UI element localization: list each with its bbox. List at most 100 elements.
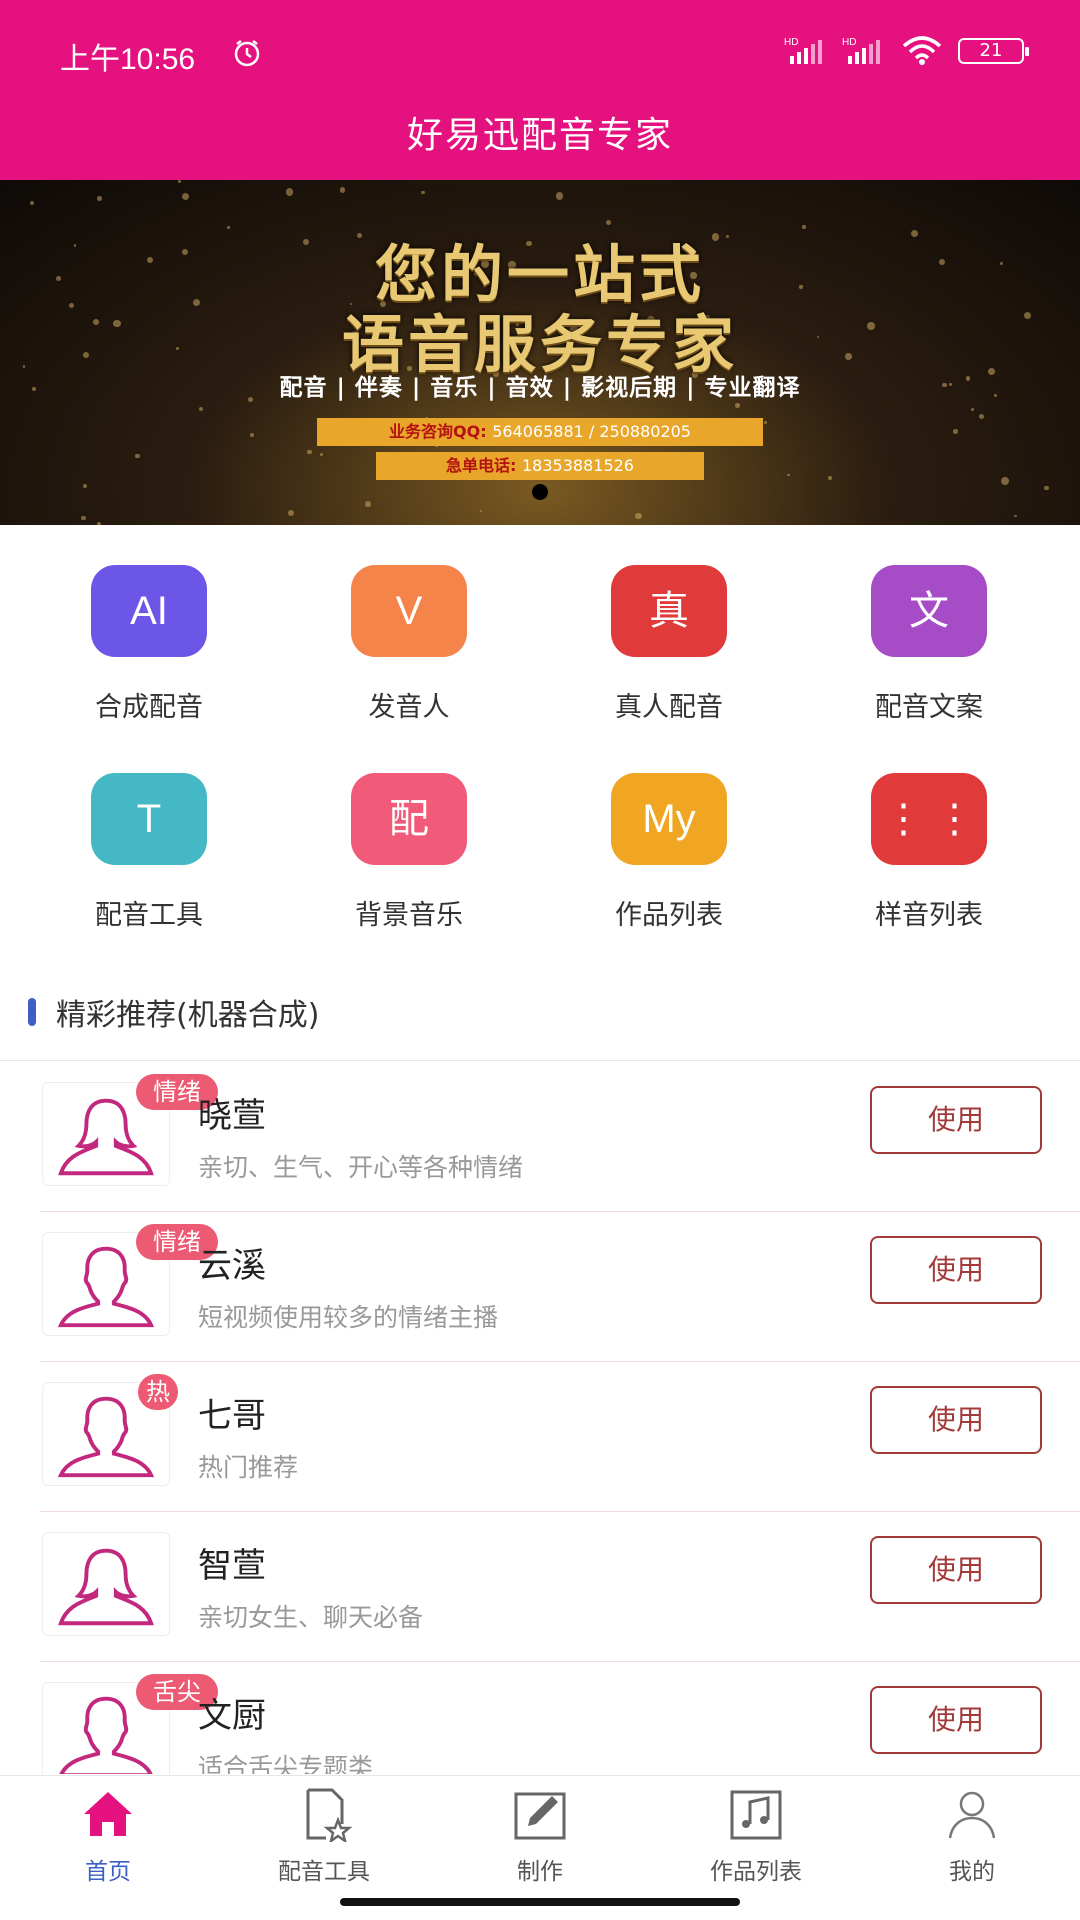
sparkle-decoration [978, 413, 984, 419]
list-item[interactable]: 情绪 云溪 短视频使用较多的情绪主播 使用 [0, 1212, 1080, 1362]
home-icon [84, 1792, 132, 1836]
signal-icon: HD [784, 37, 822, 64]
section-accent-bar [28, 998, 36, 1026]
grid-item[interactable]: ⋮ ⋮ 样音列表 [778, 773, 1048, 943]
sparkle-decoration [182, 192, 190, 200]
nav-item[interactable]: 配音工具 [216, 1776, 432, 1886]
home-indicator[interactable] [340, 1898, 740, 1906]
status-icons: HD HD [784, 34, 944, 66]
tool-icon: T [91, 773, 207, 865]
sparkle-decoration [786, 473, 790, 477]
sparkle-decoration [970, 408, 974, 412]
voice-icon: V [351, 565, 467, 657]
sparkle-decoration [285, 188, 293, 196]
sparkle-decoration [29, 200, 34, 205]
use-button[interactable]: 使用 [870, 1386, 1042, 1454]
nav-item-label: 我的 [949, 1859, 995, 1885]
voice-name: 云溪 [198, 1246, 266, 1286]
sparkle-decoration [735, 403, 740, 408]
sparkle-decoration [1014, 514, 1017, 517]
use-button[interactable]: 使用 [870, 1536, 1042, 1604]
voice-name: 智萱 [198, 1546, 266, 1586]
nav-item[interactable]: 作品列表 [648, 1776, 864, 1886]
voice-description: 适合舌尖专题类 [198, 1753, 374, 1774]
voice-badge: 热 [138, 1374, 178, 1410]
nav-item[interactable]: 我的 [864, 1776, 1080, 1886]
sparkle-decoration [763, 420, 767, 424]
section-title: 精彩推荐(机器合成) [56, 998, 320, 1033]
sparkle-decoration [1044, 485, 1050, 491]
sparkle-decoration [81, 515, 87, 521]
real-icon: 真 [611, 565, 727, 657]
list-item[interactable]: 热七哥热门推荐 使用 [0, 1362, 1080, 1512]
sparkle-decoration [479, 509, 483, 513]
divider [0, 1060, 1080, 1061]
voice-name: 晓萱 [198, 1096, 266, 1136]
sparkle-decoration [307, 449, 312, 454]
use-button[interactable]: 使用 [870, 1236, 1042, 1304]
carousel-indicator[interactable] [532, 484, 548, 500]
sparkle-decoration [96, 521, 102, 525]
music-icon: 配 [351, 773, 467, 865]
sparkle-decoration [97, 196, 103, 202]
document-star-icon [306, 1788, 352, 1842]
nav-item-label: 配音工具 [278, 1859, 370, 1885]
voice-description: 亲切、生气、开心等各种情绪 [198, 1153, 524, 1182]
music-note-icon [730, 1790, 782, 1840]
grid-item[interactable]: 配背景音乐 [258, 773, 528, 943]
nav-item-label: 作品列表 [710, 1859, 802, 1885]
voice-description: 热门推荐 [198, 1453, 299, 1482]
section-header: 精彩推荐(机器合成) [0, 990, 1080, 1060]
use-button[interactable]: 使用 [870, 1086, 1042, 1154]
nav-item[interactable]: 首页 [0, 1776, 216, 1886]
nav-item[interactable]: 制作 [432, 1776, 648, 1886]
sparkle-decoration [319, 452, 324, 457]
battery-level: 21 [979, 40, 1003, 61]
grid-item-label: 配音工具 [95, 900, 203, 931]
grid-item[interactable]: T 配音工具 [0, 773, 268, 943]
grid-item-label: 发音人 [368, 692, 450, 723]
grid-item-label: 真人配音 [615, 692, 723, 723]
sparkle-decoration [250, 432, 255, 437]
voice-description: 亲切女生、聊天必备 [198, 1603, 424, 1632]
ai-icon: AI [91, 565, 207, 657]
grid-item[interactable]: 真真人配音 [518, 565, 788, 735]
list-item[interactable]: 智萱亲切女生、聊天必备 使用 [0, 1512, 1080, 1662]
signal-hd-label: HD [784, 37, 798, 48]
sparkle-decoration [135, 453, 140, 459]
voice-list: 情绪 晓萱 亲切、生气、开心等各种情绪 使用 情绪 云溪 短视频使用较多的情绪主播 使用热七哥… [0, 1062, 1080, 1774]
list-item[interactable]: 舌尖 文厨 适合舌尖专题类 使用 [0, 1662, 1080, 1774]
grid-item-label: 合成配音 [95, 692, 203, 723]
sparkle-decoration [827, 476, 832, 480]
banner-qq-value: 564065881 / 250880205 [492, 422, 691, 441]
voice-name: 文厨 [198, 1696, 266, 1736]
banner-qq-pill: 业务咨询QQ: 564065881 / 250880205 [317, 418, 763, 446]
edit-icon [514, 1792, 566, 1840]
app-header: 上午10:56 HD HD 21 好易迅配音专家 [0, 0, 1080, 180]
signal-hd-label-2: HD [842, 37, 856, 48]
wifi-icon [902, 36, 942, 65]
sparkle-decoration [635, 512, 642, 520]
promo-banner[interactable]: 您的一站式 语音服务专家 配音 | 伴奏 | 音乐 | 音效 | 影视后期 | … [0, 180, 1080, 525]
works-icon: My [611, 773, 727, 865]
voice-name: 七哥 [198, 1396, 266, 1436]
sparkle-decoration [1001, 476, 1009, 485]
grid-item[interactable]: AI 合成配音 [0, 565, 268, 735]
use-button[interactable]: 使用 [870, 1686, 1042, 1754]
nav-item-label: 首页 [85, 1859, 131, 1885]
sparkle-decoration [198, 406, 203, 412]
sparkle-decoration [953, 429, 958, 434]
grid-item[interactable]: My 作品列表 [518, 773, 788, 943]
grid-item[interactable]: 文配音文案 [778, 565, 1048, 735]
avatar-female-icon [42, 1532, 170, 1636]
sparkle-decoration [364, 500, 372, 508]
banner-phone-value: 18353881526 [522, 456, 634, 475]
banner-qq-label: 业务咨询QQ: [389, 422, 487, 441]
status-time: 上午10:56 [60, 43, 196, 76]
sparkle-decoration [177, 180, 181, 184]
sparkle-decoration [555, 192, 564, 200]
list-item[interactable]: 情绪 晓萱 亲切、生气、开心等各种情绪 使用 [0, 1062, 1080, 1212]
grid-item[interactable]: V 发音人 [258, 565, 528, 735]
battery-icon: 21 [958, 38, 1029, 64]
grid-item-label: 背景音乐 [355, 900, 463, 931]
